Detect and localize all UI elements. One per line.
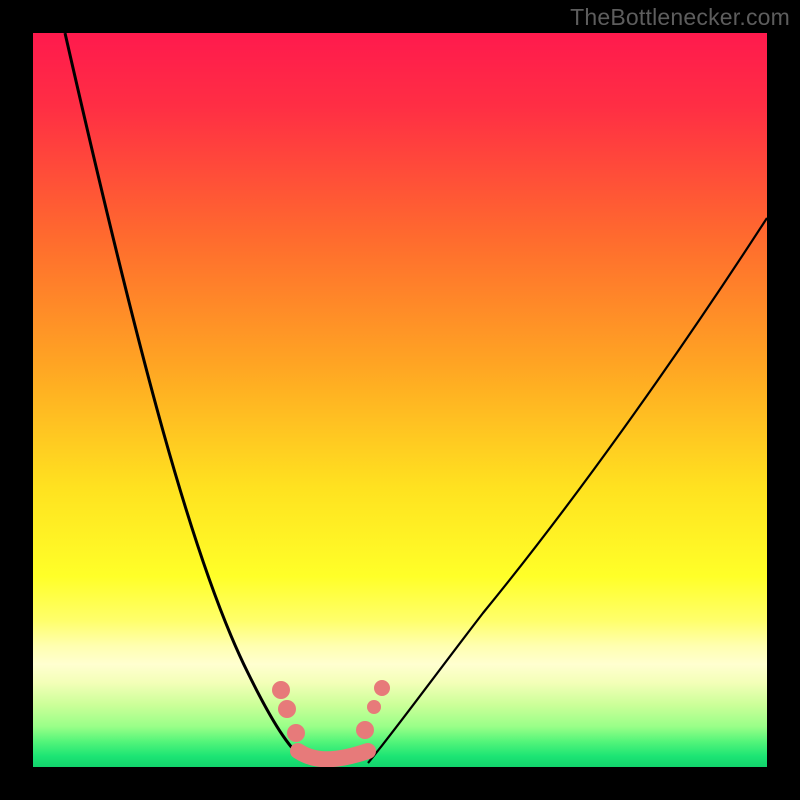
marker-3: [374, 680, 390, 696]
series-right-curve: [368, 218, 767, 763]
series-bottom-connector: [298, 751, 368, 759]
chart-frame: TheBottlenecker.com: [0, 0, 800, 800]
marker-4: [367, 700, 381, 714]
series-left-curve: [65, 33, 308, 763]
marker-0: [272, 681, 290, 699]
plot-area: [33, 33, 767, 767]
marker-1: [278, 700, 296, 718]
marker-5: [356, 721, 374, 739]
marker-2: [287, 724, 305, 742]
curves-layer: [33, 33, 767, 767]
watermark-text: TheBottlenecker.com: [570, 4, 790, 31]
